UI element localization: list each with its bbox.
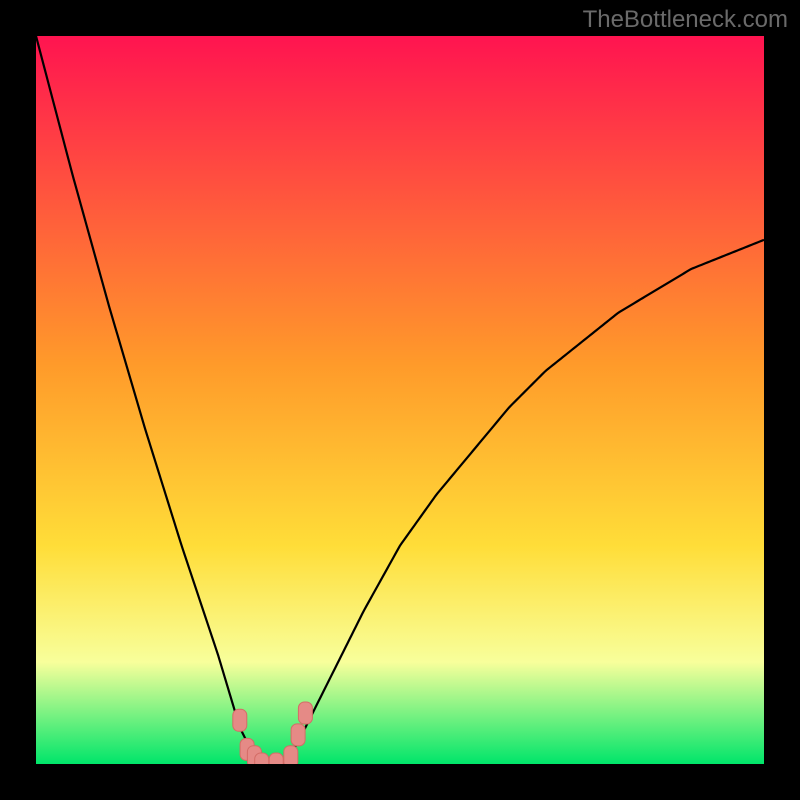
gradient-background	[36, 36, 764, 764]
curve-marker	[233, 709, 247, 731]
curve-marker	[298, 702, 312, 724]
bottleneck-curve-plot	[36, 36, 764, 764]
curve-marker	[255, 753, 269, 764]
plot-area	[36, 36, 764, 764]
curve-marker	[284, 746, 298, 764]
curve-marker	[269, 753, 283, 764]
curve-marker	[291, 724, 305, 746]
chart-container: { "watermark": "TheBottleneck.com", "col…	[0, 0, 800, 800]
watermark-text: TheBottleneck.com	[583, 6, 788, 34]
